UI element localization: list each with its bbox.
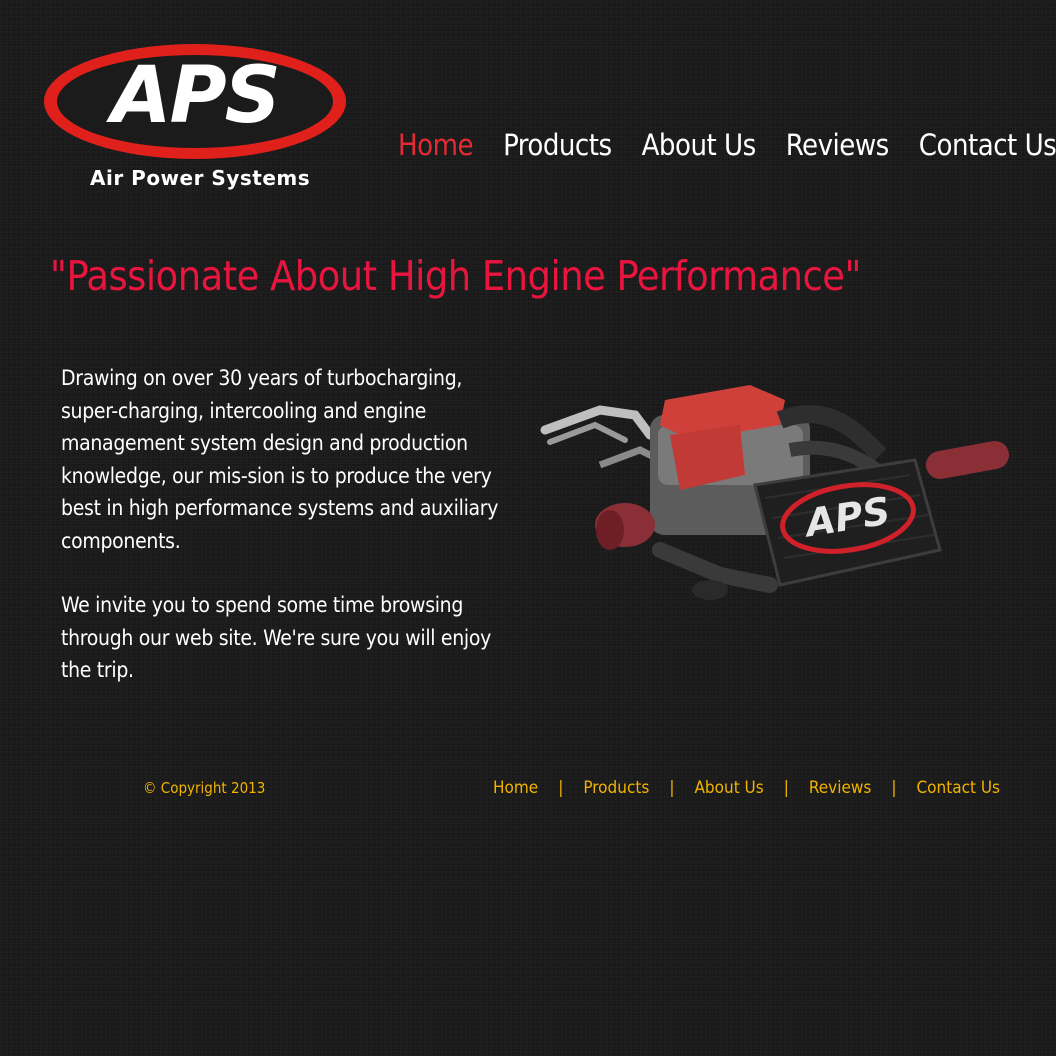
intro-paragraph-1: Drawing on over 30 years of turbochargin… [61,366,499,553]
nav-products[interactable]: Products [503,128,612,162]
intro-paragraph-2: We invite you to spend some time browsin… [61,593,492,682]
footer-separator: | [669,778,675,798]
nav-contact-us[interactable]: Contact Us [919,128,1056,162]
main-nav: Home Products About Us Reviews Contact U… [398,128,1056,162]
footer-link-reviews[interactable]: Reviews [809,778,871,798]
logo-subtitle: Air Power Systems [90,166,311,190]
footer-link-contact-us[interactable]: Contact Us [917,778,1001,798]
nav-about-us[interactable]: About Us [642,128,757,162]
footer-link-home[interactable]: Home [493,778,538,798]
nav-reviews[interactable]: Reviews [786,128,890,162]
footer-separator: | [558,778,564,798]
logo-letters: APS [111,51,281,141]
footer-copyright: © Copyright 2013 [143,779,266,797]
footer-separator: | [783,778,789,798]
footer-separator: | [891,778,897,798]
page-tagline: "Passionate About High Engine Performanc… [50,252,861,300]
footer-nav: Home | Products | About Us | Reviews | C… [493,778,1000,798]
footer-link-products[interactable]: Products [583,778,649,798]
aps-logo[interactable]: APS Air Power Systems [44,42,346,202]
intro-copy: Drawing on over 30 years of turbochargin… [61,362,521,719]
footer-link-about-us[interactable]: About Us [694,778,763,798]
nav-home[interactable]: Home [398,128,474,162]
engine-image: APS [540,385,1009,600]
